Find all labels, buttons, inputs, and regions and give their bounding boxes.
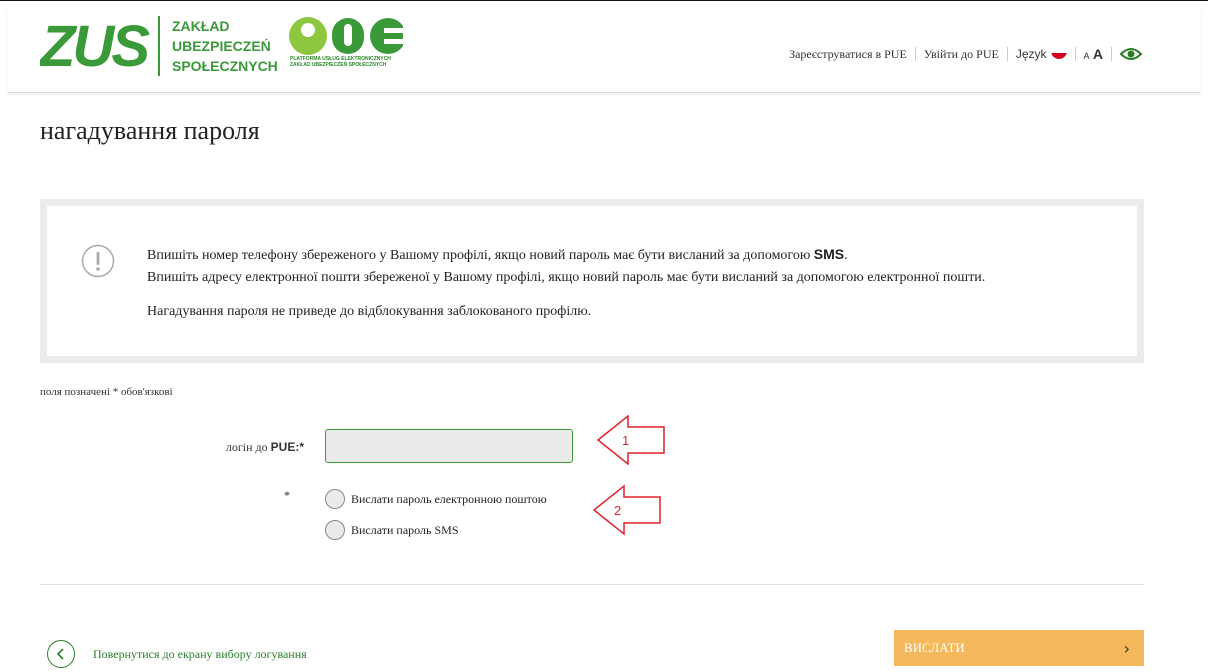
top-nav: Зареєструватися в PUE Увійти до PUE Języ… (789, 46, 1142, 62)
send-button[interactable]: ВИСЛАТИ › (894, 630, 1144, 666)
font-small-button[interactable]: A (1084, 51, 1090, 61)
login-input[interactable] (325, 429, 573, 463)
svg-text:ZUS: ZUS (40, 14, 150, 72)
info-line-sms: Впишіть номер телефону збереженого у Ваш… (147, 243, 985, 267)
radio-option-email[interactable]: Вислати пароль електронною поштою (325, 489, 547, 509)
pue-subtitle: PLATFORMA USŁUG ELEKTRONICZNYCH ZAKŁAD U… (290, 56, 391, 68)
annotation-arrow-2: 2 (592, 484, 661, 536)
back-button[interactable] (47, 640, 75, 668)
polish-flag-icon (1050, 49, 1067, 59)
login-label-bold: PUE:* (270, 440, 304, 454)
radio-label: Вислати пароль SMS (351, 522, 459, 537)
nav-separator (1074, 47, 1076, 61)
info-box: Впишіть номер телефону збереженого у Ваш… (40, 199, 1144, 363)
info-line-unlock: Нагадування пароля не приведе до відблок… (147, 304, 592, 319)
page-title: нагадування пароля (40, 116, 260, 145)
radio-button[interactable] (325, 520, 345, 540)
sms-bold: SMS (813, 246, 845, 262)
radio-label: Вислати пароль електронною поштою (351, 491, 547, 506)
nav-separator (1006, 47, 1008, 61)
site-header: ZUS ZAKŁAD UBEZPIECZEŃ SPOŁECZNYCH PLATF… (8, 8, 1200, 93)
exclamation-circle-icon (81, 244, 115, 278)
login-label: логін до PUE:* (196, 440, 304, 455)
annotation-arrow-1: 1 (596, 414, 665, 466)
font-size-control: A A (1084, 46, 1103, 62)
radio-required-star: * (284, 488, 290, 502)
info-line-email: Впишіть адресу електронної пошти збереже… (147, 270, 986, 285)
zus-logo[interactable]: ZUS (40, 12, 150, 72)
chevron-right-icon: › (1123, 638, 1130, 658)
radio-option-sms[interactable]: Вислати пароль SMS (325, 520, 459, 540)
send-button-label: ВИСЛАТИ (904, 640, 965, 655)
language-label: Język (1015, 47, 1047, 61)
info-line-sms-text: Впишіть номер телефону збереженого у Ваш… (147, 248, 811, 263)
section-divider (40, 584, 1144, 585)
org-name: ZAKŁAD UBEZPIECZEŃ SPOŁECZNYCH (158, 16, 278, 76)
nav-separator (914, 47, 916, 61)
back-link[interactable]: Повернутися до екрану вибору логування (93, 647, 307, 662)
login-label-text: логін до (225, 440, 268, 454)
org-name-line: UBEZPIECZEŃ (172, 38, 271, 54)
radio-button[interactable] (325, 489, 345, 509)
org-name-line: SPOŁECZNYCH (172, 58, 278, 74)
login-link[interactable]: Увійти до PUE (924, 47, 999, 62)
language-selector[interactable]: Język (1016, 47, 1067, 61)
info-line-sms-suffix: . (844, 248, 848, 263)
pue-logo (289, 17, 403, 55)
nav-separator (1111, 47, 1112, 61)
font-large-button[interactable]: A (1093, 46, 1103, 62)
info-text: Впишіть номер телефону збереженого у Ваш… (147, 243, 985, 323)
chevron-left-icon (56, 648, 64, 660)
annotation-label-1: 1 (622, 433, 629, 448)
register-link[interactable]: Зареєструватися в PUE (789, 47, 907, 62)
annotation-label-2: 2 (614, 503, 621, 518)
eye-icon[interactable] (1120, 47, 1142, 61)
required-fields-note: поля позначені * обов'язкові (40, 386, 173, 398)
pue-subtitle-line: ZAKŁAD UBEZPIECZEŃ SPOŁECZNYCH (290, 62, 387, 68)
org-name-line: ZAKŁAD (172, 18, 230, 34)
info-box-inner: Впишіть номер телефону збереженого у Ваш… (47, 206, 1137, 356)
